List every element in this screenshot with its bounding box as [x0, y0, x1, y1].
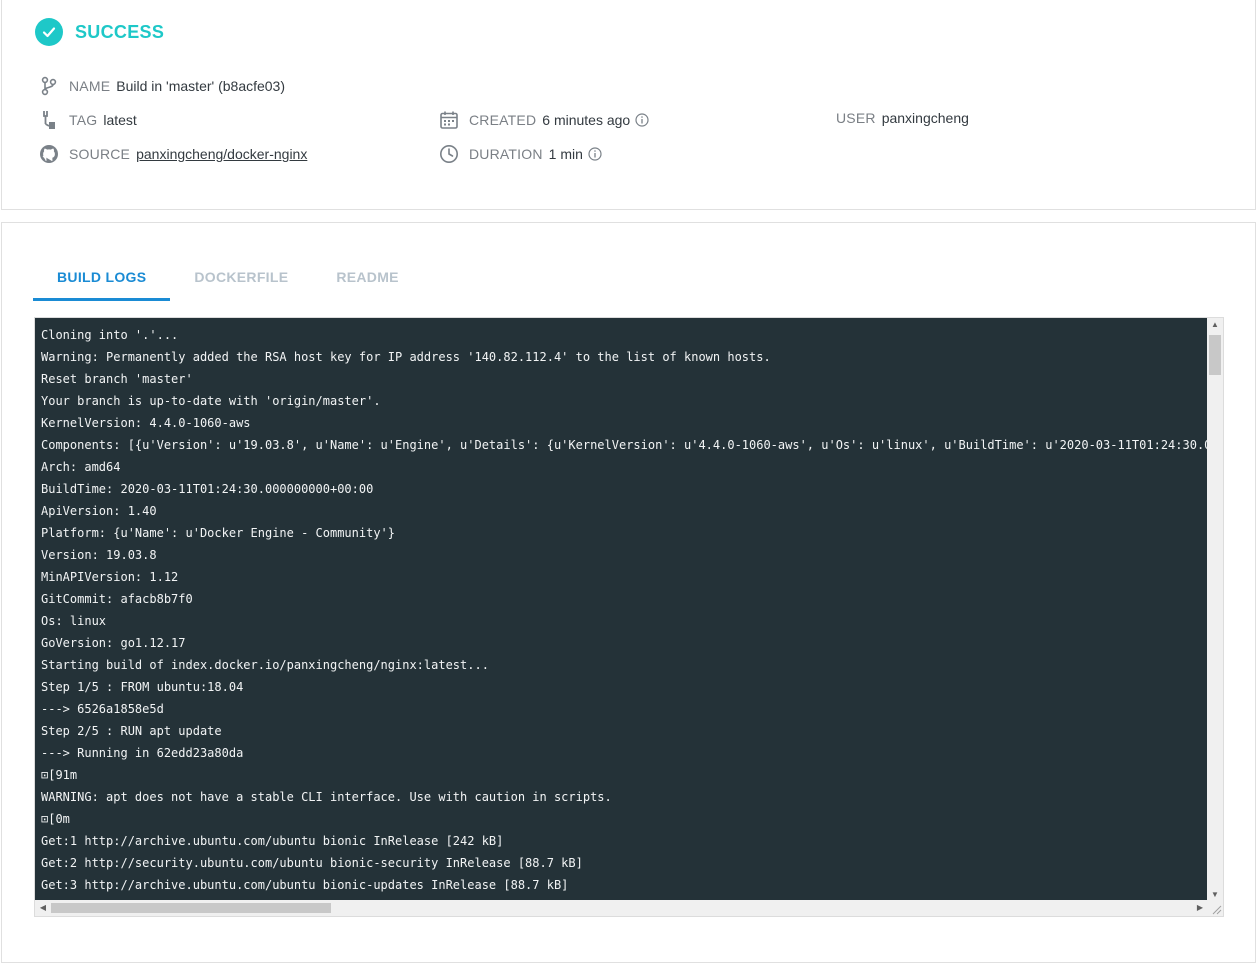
log-line: Cloning into '.'... [41, 328, 179, 342]
log-line: ---> Running in 62edd23a80da [41, 746, 244, 760]
scroll-down-icon[interactable]: ▼ [1207, 890, 1223, 899]
wrench-icon [39, 110, 59, 130]
vertical-scrollbar[interactable]: ▲ ▼ [1207, 318, 1223, 901]
branch-icon [39, 76, 59, 96]
log-line: GitCommit: afacb8b7f0 [41, 592, 193, 606]
tab-build-logs[interactable]: BUILD LOGS [33, 256, 171, 301]
build-summary-card: SUCCESS NAME Build in 'master' (b8acfe03… [1, 0, 1256, 210]
meta-source: SOURCE panxingcheng/docker-nginx [39, 144, 307, 164]
log-line: ---> 6526a1858e5d [41, 702, 164, 716]
log-line: ⊡[91m [41, 768, 78, 782]
log-line: Components: [{u'Version': u'19.03.8', u'… [41, 438, 1208, 452]
scroll-left-icon[interactable]: ◀ [35, 903, 51, 912]
scroll-up-icon[interactable]: ▲ [1207, 320, 1223, 329]
log-line: BuildTime: 2020-03-11T01:24:30.000000000… [41, 482, 374, 496]
meta-name: NAME Build in 'master' (b8acfe03) [39, 76, 285, 96]
log-content: Cloning into '.'... Warning: Permanently … [35, 318, 1208, 901]
log-line: Starting build of index.docker.io/panxin… [41, 658, 489, 672]
meta-duration: DURATION 1 min [439, 144, 602, 164]
meta-tag-value: latest [103, 112, 137, 128]
duration-info-icon[interactable] [588, 147, 602, 161]
build-status: SUCCESS [35, 18, 164, 46]
resize-grip-icon[interactable] [1207, 900, 1223, 916]
log-line: GoVersion: go1.12.17 [41, 636, 186, 650]
log-line: Get:3 http://archive.ubuntu.com/ubuntu b… [41, 878, 569, 892]
log-lines: Cloning into '.'... Warning: Permanently … [41, 324, 1208, 896]
log-line: KernelVersion: 4.4.0-1060-aws [41, 416, 251, 430]
meta-name-value: Build in 'master' (b8acfe03) [116, 78, 286, 94]
calendar-icon [439, 110, 459, 130]
meta-tag-label: TAG [69, 112, 98, 128]
log-line: Arch: amd64 [41, 460, 121, 474]
github-icon [39, 144, 59, 164]
log-line: Version: 19.03.8 [41, 548, 157, 562]
horizontal-scroll-thumb[interactable] [51, 903, 331, 913]
log-line: Os: linux [41, 614, 107, 628]
created-info-icon[interactable] [635, 113, 649, 127]
log-line: ApiVersion: 1.40 [41, 504, 157, 518]
meta-created: CREATED 6 minutes ago [439, 110, 649, 130]
log-line: Get:1 http://archive.ubuntu.com/ubuntu b… [41, 834, 504, 848]
meta-user-value: panxingcheng [881, 110, 969, 126]
tab-readme[interactable]: README [312, 256, 422, 301]
vertical-scroll-thumb[interactable] [1209, 335, 1221, 375]
meta-tag: TAG latest [39, 110, 137, 130]
meta-created-label: CREATED [469, 112, 537, 128]
log-line: Get:2 http://security.ubuntu.com/ubuntu … [41, 856, 583, 870]
meta-created-value: 6 minutes ago [542, 112, 631, 128]
scroll-right-icon[interactable]: ▶ [1192, 903, 1208, 912]
meta-user: USER panxingcheng [836, 110, 969, 126]
meta-name-label: NAME [69, 78, 111, 94]
log-line: Warning: Permanently added the RSA host … [41, 350, 771, 364]
clock-icon [439, 144, 459, 164]
horizontal-scrollbar[interactable]: ◀ ▶ [35, 900, 1208, 916]
meta-duration-label: DURATION [469, 146, 543, 162]
log-line: MinAPIVersion: 1.12 [41, 570, 179, 584]
check-icon [35, 18, 63, 46]
tab-bar: BUILD LOGS DOCKERFILE README [33, 256, 423, 301]
log-line: Step 1/5 : FROM ubuntu:18.04 [41, 680, 244, 694]
source-repo-link[interactable]: panxingcheng/docker-nginx [136, 146, 307, 162]
tab-dockerfile[interactable]: DOCKERFILE [170, 256, 312, 301]
log-viewer[interactable]: Cloning into '.'... Warning: Permanently … [34, 317, 1224, 917]
meta-duration-value: 1 min [548, 146, 583, 162]
log-line: ⊡[0m [41, 812, 70, 826]
log-line: WARNING: apt does not have a stable CLI … [41, 790, 612, 804]
log-line: Platform: {u'Name': u'Docker Engine - Co… [41, 526, 396, 540]
meta-user-label: USER [836, 110, 876, 126]
log-line: Step 2/5 : RUN apt update [41, 724, 222, 738]
log-line: Reset branch 'master' [41, 372, 193, 386]
status-label: SUCCESS [75, 21, 165, 42]
log-line: Your branch is up-to-date with 'origin/m… [41, 394, 381, 408]
meta-source-label: SOURCE [69, 146, 131, 162]
